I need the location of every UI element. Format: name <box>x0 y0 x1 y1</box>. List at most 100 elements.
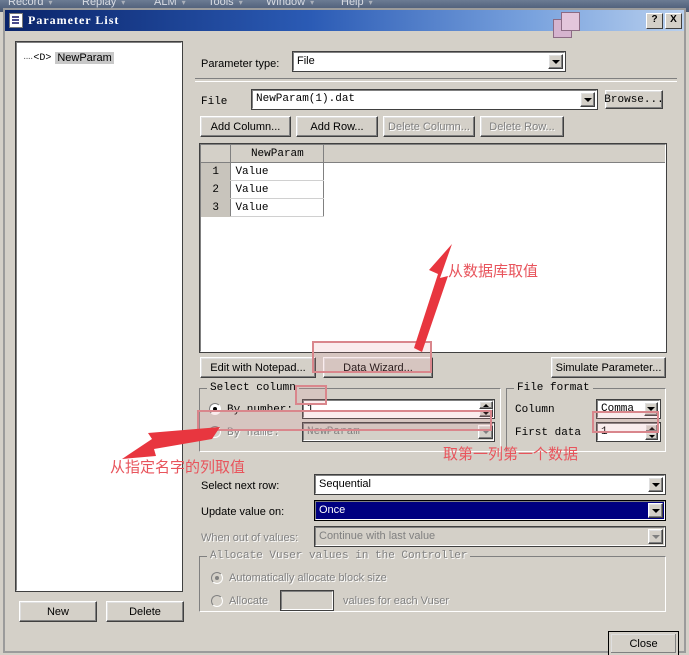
by-number-radio[interactable] <box>209 403 221 415</box>
menu-label-alm: ALM <box>154 0 177 8</box>
tree-item-newparam[interactable]: ···· <D> NewParam <box>23 52 114 64</box>
dialog-title: Parameter List <box>28 13 120 27</box>
edit-with-notepad-button[interactable]: Edit with Notepad... <box>200 357 316 378</box>
simulate-parameter-button[interactable]: Simulate Parameter... <box>551 357 666 378</box>
update-value-on-label: Update value on: <box>201 506 285 518</box>
delete-column-button: Delete Column... <box>383 116 475 137</box>
radio-dot <box>215 576 219 580</box>
parameter-type-select[interactable]: File <box>292 51 566 72</box>
menu-item-window[interactable]: Window ▾ <box>266 0 314 8</box>
chevron-down-icon <box>651 534 660 539</box>
parameter-type-dropdown-arrow[interactable] <box>548 54 563 69</box>
parameter-list-icon <box>9 13 23 28</box>
menu-item-help[interactable]: Help ▾ <box>341 0 373 8</box>
chevron-down-icon <box>648 434 655 438</box>
parameter-data-grid[interactable]: NewParam 1 Value 2 Value 3 Value <box>199 143 667 353</box>
manual-allocate-label: Allocate <box>229 595 269 607</box>
delete-parameter-button[interactable]: Delete <box>106 601 184 622</box>
menu-item-record[interactable]: Record ▾ <box>8 0 52 8</box>
by-name-dropdown-arrow <box>478 425 493 439</box>
manual-allocate-radio <box>211 595 223 607</box>
by-number-label: By number: <box>227 404 294 416</box>
row-number: 3 <box>201 198 232 217</box>
grid-corner-cell <box>201 145 232 163</box>
close-window-button[interactable]: X <box>665 12 682 29</box>
file-label: File <box>201 96 228 108</box>
chevron-down-icon: ▾ <box>181 0 186 7</box>
table-row[interactable]: 2 Value <box>201 180 665 199</box>
menu-label-tools: Tools <box>208 0 234 8</box>
file-dropdown-arrow[interactable] <box>580 92 595 107</box>
by-number-spinner-up[interactable] <box>479 401 493 409</box>
chevron-up-icon <box>648 426 655 430</box>
stacked-windows-icon <box>553 12 583 40</box>
menu-item-replay[interactable]: Replay ▾ <box>82 0 125 8</box>
table-header-row: NewParam <box>201 145 665 163</box>
table-row[interactable]: 3 Value <box>201 198 665 217</box>
first-data-spinner-down[interactable] <box>645 432 658 440</box>
chevron-down-icon: ▾ <box>48 0 53 7</box>
section-divider <box>195 78 677 82</box>
when-out-of-values-select: Continue with last value <box>314 526 666 547</box>
menu-item-alm[interactable]: ALM ▾ <box>154 0 186 8</box>
chevron-down-icon <box>647 407 655 411</box>
data-wizard-button[interactable]: Data Wizard... <box>323 357 433 378</box>
cell-value[interactable]: Value <box>230 180 325 199</box>
menu-label-help: Help <box>341 0 364 8</box>
cell-blank <box>323 162 665 181</box>
row-number: 1 <box>201 162 232 181</box>
by-number-spinner-down[interactable] <box>479 409 493 417</box>
chevron-down-icon: ▾ <box>238 0 243 7</box>
browse-button[interactable]: Browse... <box>604 90 664 109</box>
cell-blank <box>323 180 665 199</box>
stacked-windows-icon-front <box>561 12 580 31</box>
add-row-button[interactable]: Add Row... <box>296 116 378 137</box>
auto-allocate-radio <box>211 572 223 584</box>
chevron-down-icon <box>481 430 490 434</box>
delete-row-button: Delete Row... <box>480 116 564 137</box>
help-button[interactable]: ? <box>646 12 663 29</box>
new-parameter-button[interactable]: New <box>19 601 97 622</box>
tree-connector-icon: ···· <box>23 52 33 64</box>
column-format-label: Column <box>515 404 555 416</box>
table-row[interactable]: 1 Value <box>201 162 665 181</box>
by-name-radio[interactable] <box>209 426 221 438</box>
chevron-down-icon <box>651 508 660 513</box>
parameter-node-icon: <D> <box>33 52 52 64</box>
column-format-dropdown-arrow[interactable] <box>644 402 658 416</box>
data-table: NewParam 1 Value 2 Value 3 Value <box>201 145 665 217</box>
parameter-type-label: Parameter type: <box>201 58 280 70</box>
add-column-button[interactable]: Add Column... <box>200 116 291 137</box>
first-data-spinner-up[interactable] <box>645 424 658 432</box>
chevron-down-icon: ▾ <box>121 0 126 7</box>
update-value-on-dropdown-arrow[interactable] <box>648 503 663 518</box>
cell-value[interactable]: Value <box>230 198 325 217</box>
column-header-newparam[interactable]: NewParam <box>230 145 325 163</box>
close-button[interactable]: Close <box>609 632 678 655</box>
select-next-row-select[interactable]: Sequential <box>314 474 666 495</box>
chevron-down-icon <box>583 97 592 102</box>
tree-item-label: NewParam <box>55 52 114 64</box>
when-out-of-values-dropdown-arrow <box>648 529 663 544</box>
by-name-label: By name: <box>227 427 280 439</box>
cell-value[interactable]: Value <box>230 162 325 181</box>
parameter-list-dialog: Parameter List ? X ···· <D> NewParam New… <box>3 8 686 655</box>
file-format-legend: File format <box>514 382 593 394</box>
parameter-tree-panel[interactable]: ···· <D> NewParam <box>15 41 183 592</box>
select-column-legend: Select column <box>207 382 299 394</box>
update-value-on-select[interactable]: Once <box>314 500 666 521</box>
file-path-input[interactable]: NewParam(1).dat <box>251 89 598 110</box>
by-number-input[interactable]: 1 <box>302 399 495 419</box>
auto-allocate-label: Automatically allocate block size <box>229 572 387 584</box>
menu-label-replay: Replay <box>82 0 117 8</box>
annotation-first-cell: 取第一列第一个数据 <box>443 445 579 463</box>
radio-dot <box>213 407 217 411</box>
allocate-vuser-legend: Allocate Vuser values in the Controller <box>207 550 471 562</box>
annotation-from-database: 从数据库取值 <box>448 262 539 280</box>
select-next-row-dropdown-arrow[interactable] <box>648 477 663 492</box>
chevron-down-icon: ▾ <box>368 0 373 7</box>
select-next-row-label: Select next row: <box>201 480 280 492</box>
chevron-down-icon <box>651 482 660 487</box>
menu-item-tools[interactable]: Tools ▾ <box>208 0 243 8</box>
annotation-from-named-column: 从指定名字的列取值 <box>110 458 246 476</box>
